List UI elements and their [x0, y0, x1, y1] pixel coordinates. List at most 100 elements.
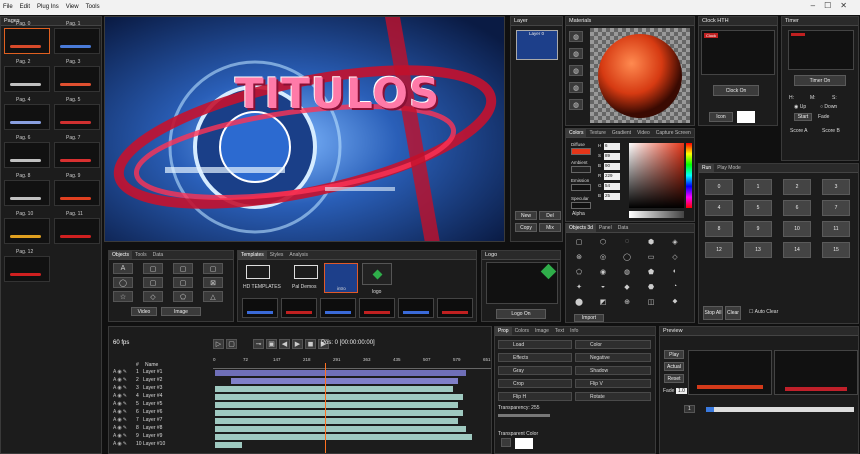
- layer-del-button[interactable]: Del: [539, 211, 561, 220]
- page-thumb[interactable]: [54, 142, 100, 168]
- hue-slider[interactable]: [686, 143, 692, 208]
- layer-copy-button[interactable]: Copy: [515, 223, 537, 232]
- primitive-shape-icon[interactable]: ◐: [668, 266, 682, 277]
- tab[interactable]: Info: [567, 327, 581, 335]
- primitive-shape-icon[interactable]: ⊛: [572, 251, 586, 262]
- prop-action-button[interactable]: Flip H: [498, 392, 572, 401]
- primitive-shape-icon[interactable]: ◯: [620, 251, 634, 262]
- run-slot-button[interactable]: 12: [705, 242, 733, 258]
- object-tool-icon[interactable]: △: [203, 291, 223, 302]
- template-thumb[interactable]: [437, 298, 473, 318]
- primitive-shape-icon[interactable]: ▢: [572, 236, 586, 247]
- logo-on-button[interactable]: Logo On: [496, 309, 546, 319]
- primitive-shape-icon[interactable]: ◇: [668, 251, 682, 262]
- layer-toggle-icons[interactable]: A◉✎: [113, 385, 128, 391]
- layer-clip-bar[interactable]: [215, 394, 464, 400]
- layer-thumb[interactable]: Layer 0: [516, 30, 558, 60]
- page-thumb[interactable]: [4, 256, 50, 282]
- primitive-shape-icon[interactable]: ◈: [668, 236, 682, 247]
- page-thumb[interactable]: [4, 142, 50, 168]
- timeline-layer-row[interactable]: A◉✎ 4 Layer #4: [109, 393, 491, 400]
- color-field-input[interactable]: 89: [604, 153, 620, 160]
- alpha-slider[interactable]: [629, 211, 684, 218]
- run-slot-button[interactable]: 13: [744, 242, 772, 258]
- object-tool-icon[interactable]: ▢: [203, 263, 223, 274]
- auto-clear-checkbox[interactable]: ☐ Auto Clear: [749, 309, 778, 315]
- timeline-layer-row[interactable]: A◉✎ 3 Layer #3: [109, 385, 491, 392]
- template-hd[interactable]: HD TEMPLATES: [243, 284, 281, 290]
- object-tool-icon[interactable]: ▢: [173, 263, 193, 274]
- prop-action-button[interactable]: Negative: [575, 353, 651, 362]
- tab[interactable]: Tools: [132, 251, 150, 259]
- tab[interactable]: Text: [552, 327, 567, 335]
- clock-icon-button[interactable]: Icon: [709, 112, 733, 122]
- tab[interactable]: Analysis: [286, 251, 311, 259]
- layer-toggle-icons[interactable]: A◉✎: [113, 393, 128, 399]
- page-thumb[interactable]: [54, 180, 100, 206]
- primitive-shape-icon[interactable]: ⬠: [572, 266, 586, 277]
- page-thumb[interactable]: [4, 104, 50, 130]
- material-label[interactable]: Ambient: [571, 160, 588, 165]
- page-thumb[interactable]: [54, 104, 100, 130]
- layer-toggle-icons[interactable]: A◉✎: [113, 425, 128, 431]
- prop-action-button[interactable]: Flip V: [575, 379, 651, 388]
- material-label[interactable]: Specular: [571, 196, 589, 201]
- layer-clip-bar[interactable]: [215, 370, 467, 376]
- layer-clip-bar[interactable]: [231, 378, 458, 384]
- window-controls[interactable]: –☐✕: [811, 1, 856, 10]
- tab[interactable]: Panel: [596, 224, 615, 232]
- layer-toggle-icons[interactable]: A◉✎: [113, 433, 128, 439]
- prop-action-button[interactable]: Load: [498, 340, 572, 349]
- timeline-layer-row[interactable]: A◉✎ 1 Layer #1: [109, 369, 491, 376]
- run-slot-button[interactable]: 8: [705, 221, 733, 237]
- run-slot-button[interactable]: 6: [783, 200, 811, 216]
- page-thumb[interactable]: [4, 66, 50, 92]
- material-tool-icon[interactable]: ◍: [569, 82, 583, 93]
- run-slot-button[interactable]: 14: [783, 242, 811, 258]
- tab[interactable]: Play Mode: [714, 164, 744, 172]
- primitive-shape-icon[interactable]: ◒: [596, 281, 610, 292]
- prop-action-button[interactable]: Rotate: [575, 392, 651, 401]
- object-tool-icon[interactable]: ◯: [113, 277, 133, 288]
- run-slot-button[interactable]: 4: [705, 200, 733, 216]
- layer-clip-bar[interactable]: [215, 426, 467, 432]
- transparency-slider[interactable]: [498, 414, 550, 417]
- layer-clip-bar[interactable]: [215, 442, 242, 448]
- primitive-shape-icon[interactable]: ◫: [644, 296, 658, 307]
- primitive-shape-icon[interactable]: ◌: [620, 236, 634, 247]
- tab[interactable]: Styles: [267, 251, 287, 259]
- timer-on-button[interactable]: Timer On: [794, 75, 846, 86]
- clear-button[interactable]: Clear: [725, 306, 741, 320]
- layer-toggle-icons[interactable]: A◉✎: [113, 441, 128, 447]
- color-field-input[interactable]: 90: [604, 163, 620, 170]
- folder-icon[interactable]: [294, 265, 318, 279]
- layer-clip-bar[interactable]: [215, 386, 453, 392]
- folder-icon[interactable]: [246, 265, 270, 279]
- tab[interactable]: Video: [634, 129, 653, 137]
- menu-plugins[interactable]: Plug Ins: [34, 0, 63, 15]
- template-pal[interactable]: Pal Demos: [292, 284, 316, 290]
- timer-down-radio[interactable]: ○ Down: [820, 104, 837, 110]
- transport-icon[interactable]: ▢: [226, 339, 237, 349]
- layer-clip-bar[interactable]: [215, 434, 472, 440]
- primitive-shape-icon[interactable]: ◎: [596, 251, 610, 262]
- primitive-shape-icon[interactable]: ▭: [644, 251, 658, 262]
- tab[interactable]: Colors: [566, 129, 587, 137]
- object-tool-icon[interactable]: ▢: [173, 277, 193, 288]
- template-thumb[interactable]: [398, 298, 434, 318]
- menu-edit[interactable]: Edit: [17, 0, 34, 15]
- tab[interactable]: Objects: [109, 251, 132, 259]
- color-field-input[interactable]: 25: [604, 193, 620, 200]
- page-thumb[interactable]: [54, 66, 100, 92]
- tab[interactable]: Texture: [586, 129, 608, 137]
- stop-all-button[interactable]: Stop All: [703, 306, 723, 320]
- menu-view[interactable]: View: [63, 0, 83, 15]
- preview-scrub-bar[interactable]: [706, 407, 854, 412]
- primitive-shape-icon[interactable]: ◔: [668, 281, 682, 292]
- run-slot-button[interactable]: 1: [744, 179, 772, 195]
- material-swatch[interactable]: [571, 202, 591, 209]
- run-slot-button[interactable]: 0: [705, 179, 733, 195]
- run-slot-button[interactable]: 5: [744, 200, 772, 216]
- transport-icon[interactable]: ▣: [266, 339, 277, 349]
- primitive-shape-icon[interactable]: ✦: [572, 281, 586, 292]
